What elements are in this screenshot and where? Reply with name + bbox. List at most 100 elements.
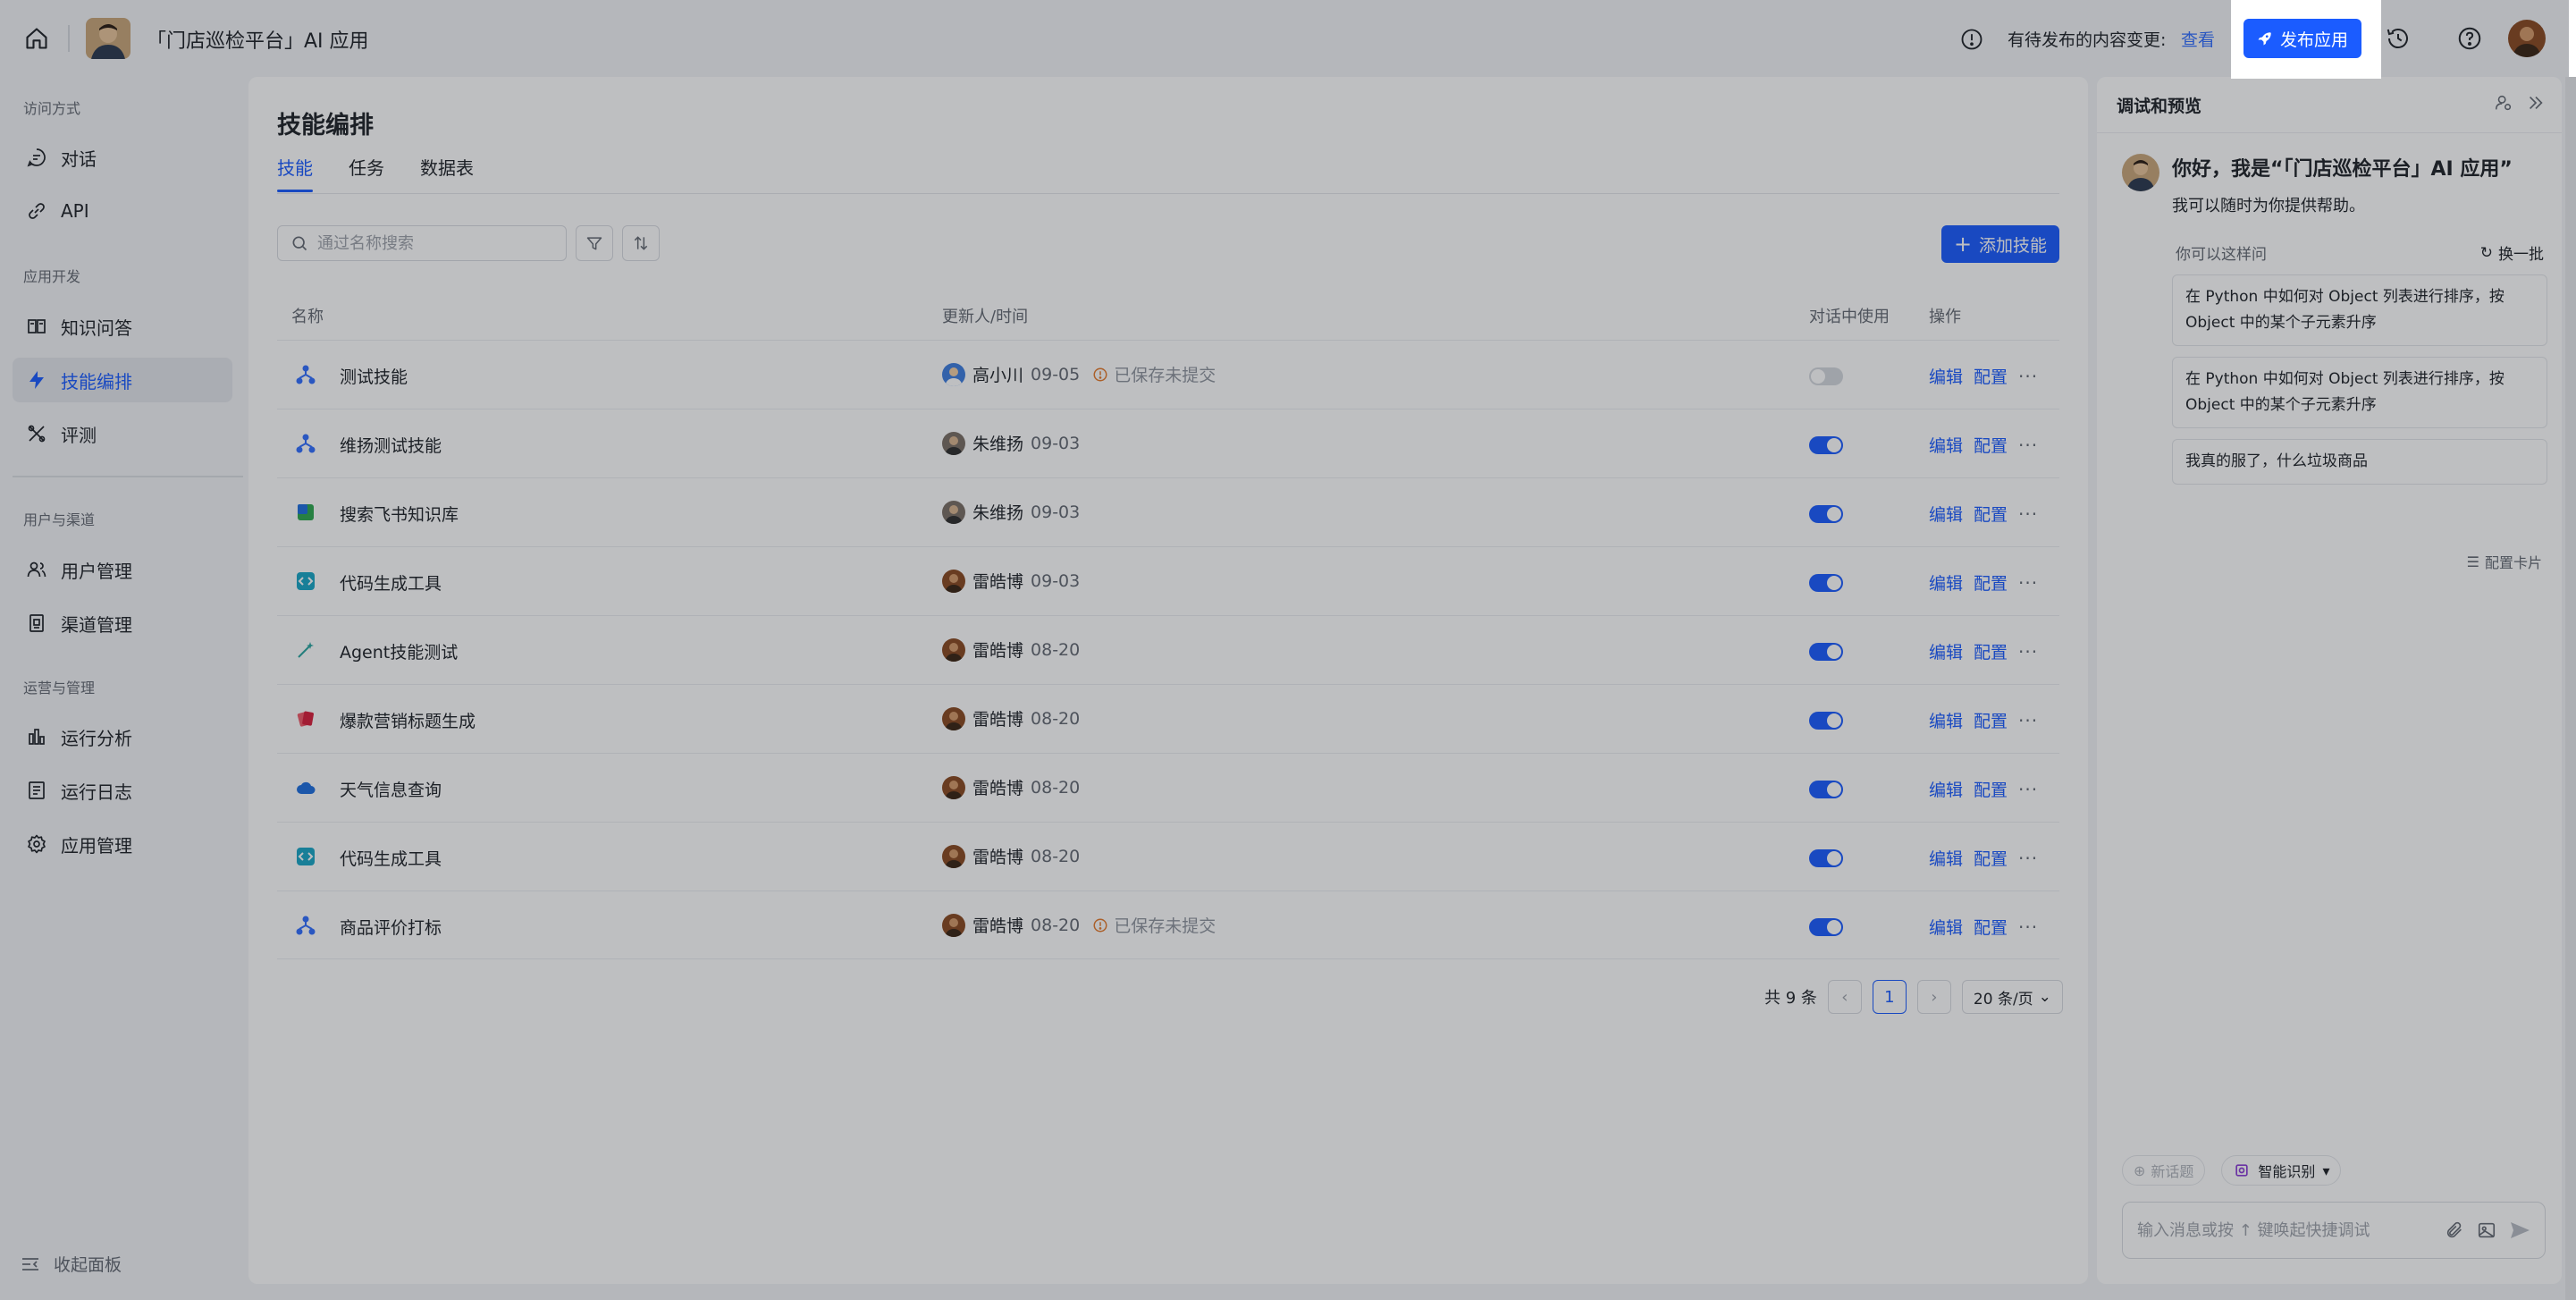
config-card-button[interactable]: ☰ 配置卡片 — [2467, 551, 2542, 572]
next-page-button[interactable]: › — [1916, 980, 1951, 1014]
add-skill-button[interactable]: + 添加技能 — [1941, 225, 2059, 263]
skill-name[interactable]: 维扬测试技能 — [340, 433, 442, 457]
skill-name[interactable]: 测试技能 — [340, 364, 408, 388]
history-icon[interactable] — [2385, 25, 2412, 52]
edit-link[interactable]: 编辑 — [1929, 502, 1963, 526]
user-settings-icon[interactable] — [2494, 93, 2513, 113]
suggestion-item[interactable]: 我真的服了，什么垃圾商品 — [2172, 439, 2547, 485]
edit-link[interactable]: 编辑 — [1929, 708, 1963, 732]
table-row[interactable]: 搜索飞书知识库 朱维扬 09-03 编辑 配置 ··· — [277, 477, 2059, 546]
table-row[interactable]: Agent技能测试 雷皓博 08-20 编辑 配置 ··· — [277, 615, 2059, 684]
edit-link[interactable]: 编辑 — [1929, 570, 1963, 595]
in-chat-toggle[interactable] — [1809, 712, 1843, 730]
more-icon[interactable]: ··· — [2018, 435, 2038, 456]
config-link[interactable]: 配置 — [1974, 639, 2008, 663]
config-link[interactable]: 配置 — [1974, 570, 2008, 595]
help-icon[interactable] — [2456, 25, 2483, 52]
search-input[interactable] — [317, 233, 550, 253]
skill-name[interactable]: 爆款营销标题生成 — [340, 708, 476, 732]
more-icon[interactable]: ··· — [2018, 366, 2038, 387]
skill-name[interactable]: Agent技能测试 — [340, 639, 458, 663]
suggestion-item[interactable]: 在 Python 中如何对 Object 列表进行排序，按 Object 中的某… — [2172, 357, 2547, 428]
config-link[interactable]: 配置 — [1974, 502, 2008, 526]
more-icon[interactable]: ··· — [2018, 710, 2038, 731]
config-link[interactable]: 配置 — [1974, 364, 2008, 388]
tab-data-tables[interactable]: 数据表 — [420, 154, 474, 192]
edit-link[interactable]: 编辑 — [1929, 846, 1963, 870]
sidebar-item-app-management[interactable]: 应用管理 — [13, 822, 232, 866]
table-row[interactable]: 代码生成工具 雷皓博 08-20 编辑 配置 ··· — [277, 822, 2059, 891]
tab-tasks[interactable]: 任务 — [349, 154, 384, 192]
sidebar-item-skill-orchestration[interactable]: 技能编排 — [13, 358, 232, 402]
config-link[interactable]: 配置 — [1974, 433, 2008, 457]
in-chat-toggle[interactable] — [1809, 849, 1843, 867]
sidebar-item-user-management[interactable]: 用户管理 — [13, 547, 232, 592]
more-icon[interactable]: ··· — [2018, 641, 2038, 663]
page-button[interactable]: 1 — [1872, 980, 1907, 1014]
config-link[interactable]: 配置 — [1974, 846, 2008, 870]
in-chat-toggle[interactable] — [1809, 643, 1843, 661]
sidebar-item-knowledge-qa[interactable]: 知识问答 — [13, 304, 232, 349]
prev-page-button[interactable]: ‹ — [1827, 980, 1862, 1014]
config-link[interactable]: 配置 — [1974, 708, 2008, 732]
table-row[interactable]: 维扬测试技能 朱维扬 09-03 编辑 配置 ··· — [277, 409, 2059, 477]
skill-name[interactable]: 代码生成工具 — [340, 846, 442, 870]
paperclip-icon[interactable] — [2445, 1220, 2464, 1240]
sidebar-item-evaluation[interactable]: 评测 — [13, 411, 232, 456]
section-title-dev: 应用开发 — [23, 268, 81, 285]
send-icon[interactable] — [2509, 1220, 2530, 1241]
row-actions: 编辑 配置 ··· — [1929, 570, 2038, 595]
in-chat-toggle[interactable] — [1809, 436, 1843, 454]
smart-identify-select[interactable]: 智能识别 ▾ — [2221, 1155, 2342, 1186]
in-chat-toggle[interactable] — [1809, 574, 1843, 592]
edit-link[interactable]: 编辑 — [1929, 364, 1963, 388]
home-icon[interactable] — [21, 23, 52, 54]
table-row[interactable]: 代码生成工具 雷皓博 09-03 编辑 配置 ··· — [277, 546, 2059, 615]
page-size-select[interactable]: 20 条/页 ⌄ — [1961, 980, 2063, 1014]
more-icon[interactable]: ··· — [2018, 916, 2038, 938]
in-chat-toggle[interactable] — [1809, 367, 1843, 385]
table-row[interactable]: 商品评价打标 雷皓博 08-20 已保存未提交 编辑 配置 ··· — [277, 891, 2059, 959]
skill-name[interactable]: 天气信息查询 — [340, 777, 442, 801]
publish-app-button[interactable]: 发布应用 — [2243, 19, 2361, 58]
table-row[interactable]: 天气信息查询 雷皓博 08-20 编辑 配置 ··· — [277, 753, 2059, 822]
skill-name[interactable]: 搜索飞书知识库 — [340, 502, 459, 526]
skill-name[interactable]: 代码生成工具 — [340, 570, 442, 595]
sidebar-item-channel-management[interactable]: 渠道管理 — [13, 601, 232, 646]
collapse-panel-button[interactable]: 收起面板 — [20, 1252, 122, 1276]
sidebar-item-run-log[interactable]: 运行日志 — [13, 768, 232, 813]
chat-input-box[interactable] — [2122, 1202, 2546, 1259]
view-changes-link[interactable]: 查看 — [2181, 27, 2215, 51]
edit-link[interactable]: 编辑 — [1929, 433, 1963, 457]
search-box[interactable] — [277, 225, 567, 261]
user-avatar[interactable] — [2508, 20, 2546, 57]
updater-info: 雷皓博 08-20 — [942, 637, 1080, 662]
refresh-suggestions-button[interactable]: ↻ 换一批 — [2480, 241, 2544, 265]
config-link[interactable]: 配置 — [1974, 915, 2008, 939]
suggestion-item[interactable]: 在 Python 中如何对 Object 列表进行排序，按 Object 中的某… — [2172, 274, 2547, 346]
config-link[interactable]: 配置 — [1974, 777, 2008, 801]
chat-message-input[interactable] — [2137, 1220, 2432, 1240]
table-row[interactable]: 爆款营销标题生成 雷皓博 08-20 编辑 配置 ··· — [277, 684, 2059, 753]
sidebar-item-chat[interactable]: 对话 — [13, 135, 232, 180]
sort-button[interactable] — [622, 225, 660, 261]
in-chat-toggle[interactable] — [1809, 781, 1843, 798]
in-chat-toggle[interactable] — [1809, 505, 1843, 523]
image-icon[interactable] — [2477, 1220, 2496, 1240]
table-row[interactable]: 测试技能 高小川 09-05 已保存未提交 编辑 配置 ··· — [277, 340, 2059, 409]
filter-button[interactable] — [576, 225, 613, 261]
more-icon[interactable]: ··· — [2018, 848, 2038, 869]
tab-skills[interactable]: 技能 — [277, 154, 313, 192]
edit-link[interactable]: 编辑 — [1929, 777, 1963, 801]
edit-link[interactable]: 编辑 — [1929, 915, 1963, 939]
more-icon[interactable]: ··· — [2018, 503, 2038, 525]
more-icon[interactable]: ··· — [2018, 572, 2038, 594]
double-chevron-right-icon[interactable] — [2526, 93, 2546, 113]
skill-name[interactable]: 商品评价打标 — [340, 915, 442, 939]
edit-link[interactable]: 编辑 — [1929, 639, 1963, 663]
sidebar-item-run-analysis[interactable]: 运行分析 — [13, 714, 232, 759]
new-topic-button[interactable]: ⊕ 新话题 — [2122, 1155, 2206, 1186]
more-icon[interactable]: ··· — [2018, 779, 2038, 800]
sidebar-item-api[interactable]: API — [13, 189, 232, 233]
in-chat-toggle[interactable] — [1809, 918, 1843, 936]
